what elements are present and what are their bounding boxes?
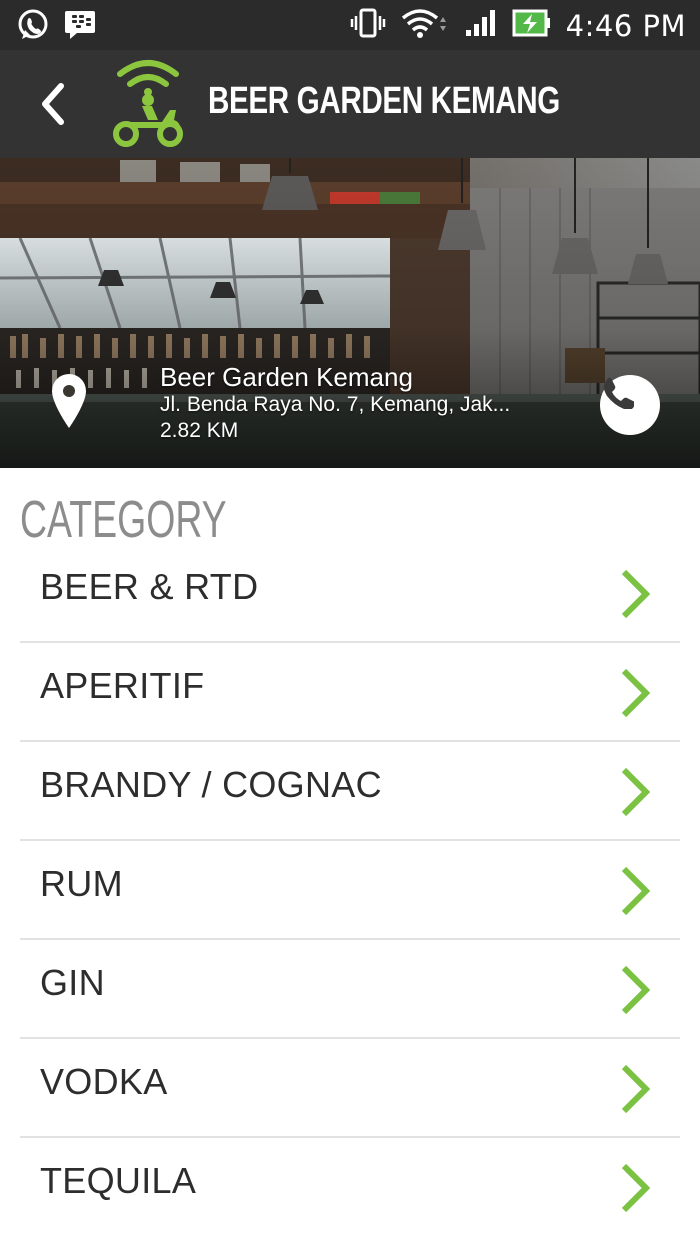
category-item-gin[interactable]: GIN: [20, 940, 680, 1039]
status-bar: 4:46 PM: [0, 0, 700, 50]
venue-distance: 2.82 KM: [160, 419, 239, 442]
battery-charging-icon: [512, 8, 552, 43]
back-button[interactable]: [28, 78, 76, 130]
category-label: APERITIF: [40, 665, 205, 706]
wifi-icon: [400, 7, 450, 44]
chevron-left-icon: [42, 83, 64, 125]
app-header: BEER GARDEN KEMANG: [0, 50, 700, 158]
venue-name: Beer Garden Kemang: [160, 362, 413, 392]
bbm-icon: [64, 8, 96, 47]
category-item-beer-rtd[interactable]: BEER & RTD: [20, 544, 680, 643]
category-item-tequila[interactable]: TEQUILA: [20, 1138, 680, 1237]
category-item-brandy-cognac[interactable]: BRANDY / COGNAC: [20, 742, 680, 841]
category-item-rum[interactable]: RUM: [20, 841, 680, 940]
chevron-right-icon: [621, 668, 651, 718]
whatsapp-icon: [16, 8, 50, 47]
venue-info: Beer Garden Kemang Jl. Benda Raya No. 7,…: [160, 362, 510, 444]
chevron-right-icon: [621, 569, 651, 619]
category-label: TEQUILA: [40, 1160, 197, 1201]
signal-icon: [464, 8, 498, 43]
scooter-delivery-logo: [108, 56, 188, 148]
venue-hero-image: Beer Garden Kemang Jl. Benda Raya No. 7,…: [0, 158, 700, 468]
category-label: BEER & RTD: [40, 566, 259, 607]
category-heading: CATEGORY: [20, 491, 227, 549]
chevron-right-icon: [621, 1064, 651, 1114]
venue-address: Jl. Benda Raya No. 7, Kemang, Jak...: [160, 393, 511, 416]
category-label: VODKA: [40, 1061, 168, 1102]
category-list: BEER & RTD APERITIF BRANDY / COGNAC RUM …: [20, 544, 680, 1237]
map-pin-icon: [52, 374, 86, 428]
category-label: GIN: [40, 962, 105, 1003]
call-button[interactable]: [600, 375, 660, 435]
category-label: RUM: [40, 863, 123, 904]
chevron-right-icon: [621, 866, 651, 916]
page-title: BEER GARDEN KEMANG: [208, 80, 560, 122]
chevron-right-icon: [621, 1163, 651, 1213]
vibrate-icon: [350, 8, 386, 43]
category-label: BRANDY / COGNAC: [40, 764, 382, 805]
chevron-right-icon: [621, 767, 651, 817]
category-item-aperitif[interactable]: APERITIF: [20, 643, 680, 742]
status-left-icons: [16, 8, 96, 47]
clock: 4:46 PM: [565, 8, 686, 43]
phone-icon: [603, 377, 634, 409]
status-right-icons: 4:46 PM: [350, 7, 686, 44]
category-item-vodka[interactable]: VODKA: [20, 1039, 680, 1138]
chevron-right-icon: [621, 965, 651, 1015]
